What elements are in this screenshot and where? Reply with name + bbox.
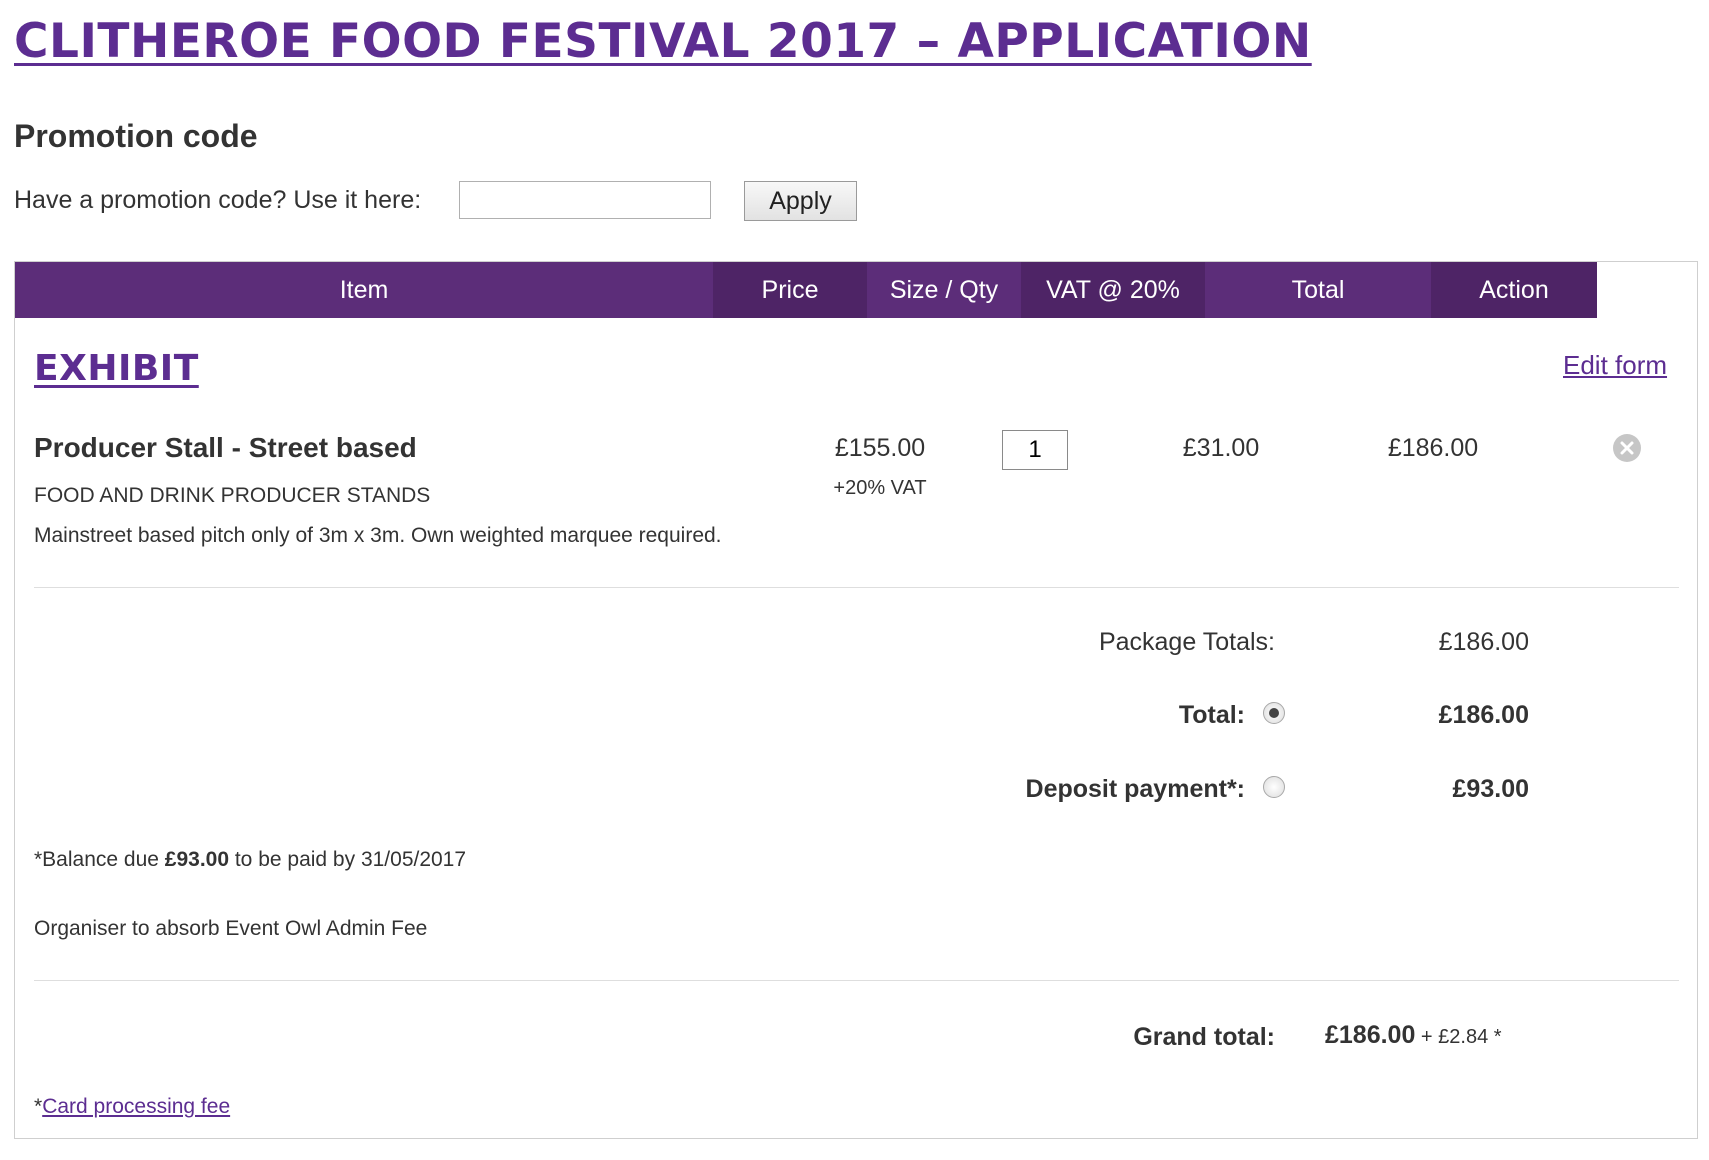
balance-amount: £93.00 [164, 848, 230, 871]
total-radio[interactable] [1263, 702, 1285, 724]
edit-form-link[interactable]: Edit form [1563, 350, 1667, 381]
grand-total-value: £186.00 [1325, 1021, 1416, 1049]
header-action: Action [1431, 262, 1597, 318]
page-title: CLITHEROE FOOD FESTIVAL 2017 – APPLICATI… [14, 14, 1312, 69]
divider [34, 980, 1679, 981]
apply-button[interactable]: Apply [744, 181, 857, 221]
header-price: Price [713, 262, 867, 318]
close-circle-icon[interactable] [1612, 433, 1642, 463]
section-title: EXHIBIT [34, 348, 199, 389]
total-value: £186.00 [1438, 701, 1529, 729]
deposit-label: Deposit payment*: [1025, 775, 1245, 803]
quantity-input[interactable] [1002, 430, 1068, 470]
table-header: Item Price Size / Qty VAT @ 20% Total Ac… [15, 262, 1697, 318]
promo-code-input[interactable] [459, 181, 711, 219]
grand-total: £186.00 + £2.84 * [1325, 1021, 1502, 1050]
item-vat: £31.00 [1182, 434, 1260, 462]
grand-total-label: Grand total: [1133, 1023, 1275, 1051]
card-fee-value: + £2.84 * [1415, 1026, 1502, 1048]
item-total: £186.00 [1387, 434, 1479, 462]
card-processing-fee-link[interactable]: Card processing fee [42, 1095, 230, 1118]
package-totals-value: £186.00 [1438, 628, 1529, 656]
admin-fee-note: Organiser to absorb Event Owl Admin Fee [34, 917, 428, 940]
promo-label: Have a promotion code? Use it here: [14, 186, 422, 214]
package-totals-label: Package Totals: [1098, 628, 1275, 656]
item-price: £155.00 [834, 434, 926, 462]
header-total: Total [1205, 262, 1431, 318]
item-category: FOOD AND DRINK PRODUCER STANDS [34, 484, 431, 507]
total-label: Total: [1178, 701, 1245, 729]
divider [34, 587, 1679, 588]
deposit-value: £93.00 [1452, 775, 1529, 803]
balance-note: *Balance due £93.00 to be paid by 31/05/… [34, 848, 467, 871]
item-description: Mainstreet based pitch only of 3m x 3m. … [34, 524, 722, 547]
deposit-radio[interactable] [1263, 776, 1285, 798]
header-item: Item [15, 262, 713, 318]
promo-heading: Promotion code [14, 118, 258, 154]
card-fee-note: *Card processing fee [34, 1095, 231, 1118]
header-vat: VAT @ 20% [1021, 262, 1205, 318]
item-price-note: +20% VAT [833, 477, 927, 499]
item-name: Producer Stall - Street based [34, 432, 417, 463]
order-table: Item Price Size / Qty VAT @ 20% Total Ac… [14, 261, 1698, 1139]
header-qty: Size / Qty [867, 262, 1021, 318]
